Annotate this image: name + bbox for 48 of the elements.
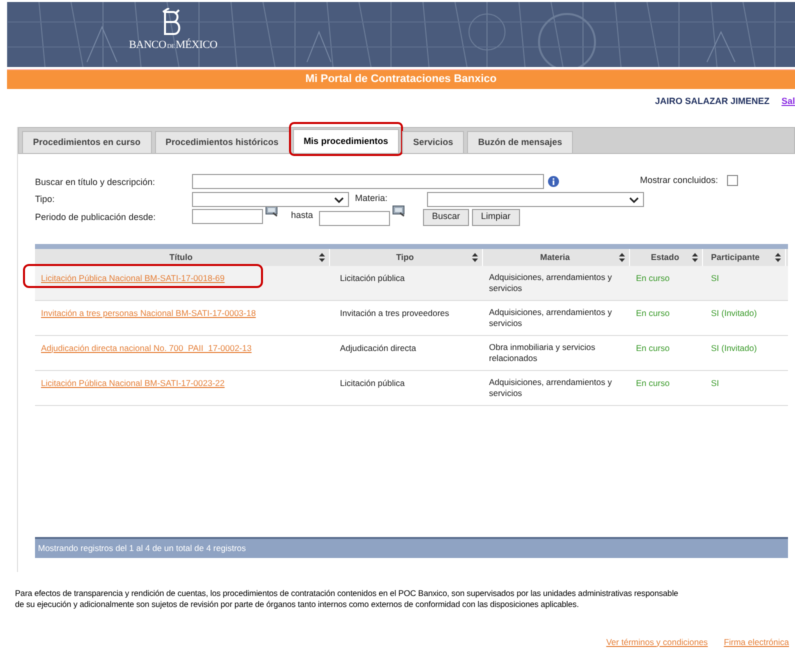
tab[interactable]: Procedimientos en curso xyxy=(22,131,152,153)
participant-text: SI (Invitado) xyxy=(710,342,758,355)
status-text: En curso xyxy=(635,306,671,320)
chevron-down-icon xyxy=(334,196,344,204)
field-label: Materia: xyxy=(355,192,389,206)
date-from-field[interactable] xyxy=(192,208,263,224)
table-cell-text: Obra inmobiliaria y servicios relacionados xyxy=(488,340,596,364)
status-text: En curso xyxy=(635,376,671,390)
tab[interactable]: Servicios xyxy=(402,131,464,153)
participant-text: SI (Invitado) xyxy=(710,306,758,320)
table-cell-text: Licitación pública xyxy=(339,272,406,285)
info-icon[interactable] xyxy=(548,176,559,188)
tab[interactable]: Procedimientos históricos xyxy=(154,131,290,153)
tab[interactable]: Mis procedimientos xyxy=(292,129,400,153)
records-summary: Mostrando registros del 1 al 4 de un total de 4 registros xyxy=(38,542,246,554)
field-label: Mostrar concluidos: xyxy=(640,174,718,187)
participant-text: SI xyxy=(710,376,720,390)
table-cell-text: Adquisiciones, arrendamientos y servicios xyxy=(488,270,613,294)
sort-icon[interactable] xyxy=(472,252,478,262)
form-button[interactable]: Limpiar xyxy=(472,208,520,226)
chevron-down-icon xyxy=(629,196,639,204)
field-label: Tipo: xyxy=(35,192,56,206)
tab[interactable]: Buzón de mensajes xyxy=(467,131,574,153)
sort-icon[interactable] xyxy=(692,252,698,262)
field-label: Buscar en título y descripción: xyxy=(35,176,156,189)
status-text: En curso xyxy=(635,342,671,354)
disclaimer-text: Para efectos de transparencia y rendición de cuentas, los procedimientos de contratación contenidos en el POC Banxico, son supervisados por las unidades administrativas responsable de su ejecución y adicionalmente son sujetos de revisión por parte de órganos tanto internos como externos de conformidad con las disposiciones aplicables. xyxy=(15,588,680,610)
user-name: JAIRO SALAZAR JIMENEZ xyxy=(654,95,770,108)
sort-icon[interactable] xyxy=(775,252,781,262)
portal-title: Mi Portal de Contrataciones Banxico xyxy=(305,72,497,88)
date-to-field[interactable] xyxy=(319,210,390,226)
table-cell-text: Adquisiciones, arrendamientos y servicios xyxy=(488,306,613,330)
checkbox[interactable] xyxy=(727,175,738,186)
participant-text: SI xyxy=(710,272,720,284)
status-text: En curso xyxy=(635,272,671,284)
table-cell-text: Invitación a tres proveedores xyxy=(339,306,450,320)
logout-link[interactable]: Sal xyxy=(781,95,795,109)
table-cell-text: Adquisiciones, arrendamientos y servicios xyxy=(488,376,613,400)
table-cell-text: Licitación pública xyxy=(339,376,406,390)
search-field[interactable] xyxy=(192,174,544,190)
form-button[interactable]: Buscar xyxy=(423,208,470,226)
field-label: Periodo de publicación desde: xyxy=(35,210,157,224)
field-label: hasta xyxy=(291,208,314,222)
calendar-icon[interactable] xyxy=(392,204,406,216)
sort-icon[interactable] xyxy=(319,252,325,262)
table-cell-text: Adjudicación directa xyxy=(339,342,418,355)
materia-select[interactable] xyxy=(427,192,644,206)
sort-icon[interactable] xyxy=(619,252,625,262)
